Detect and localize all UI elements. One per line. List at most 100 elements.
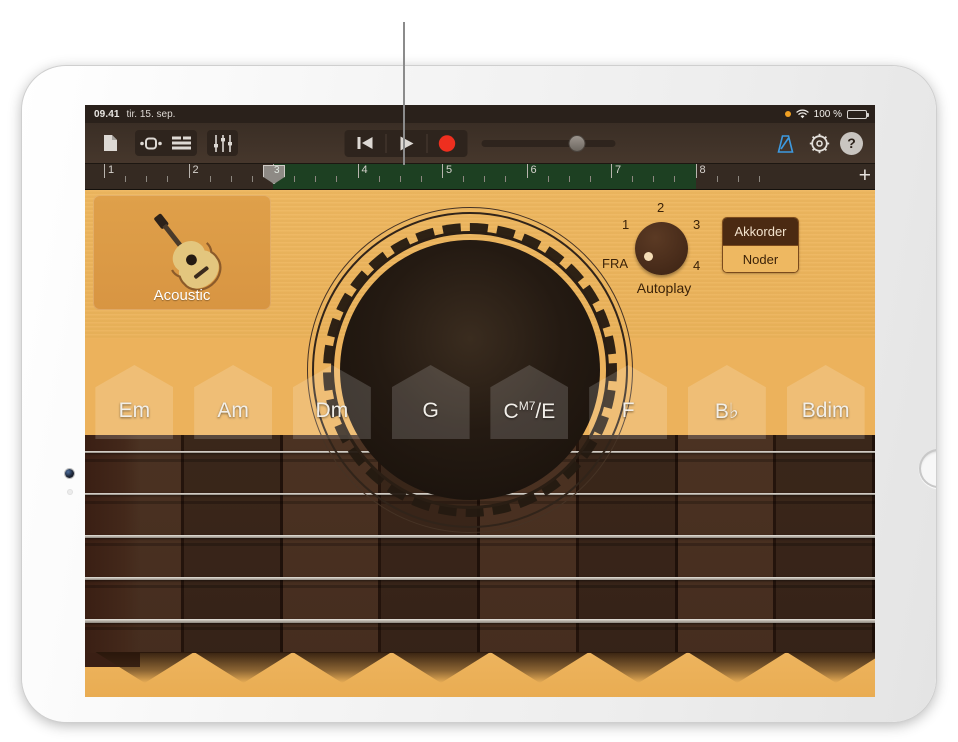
add-track-button[interactable]: + bbox=[859, 166, 871, 186]
chord-label: B♭ bbox=[688, 399, 766, 424]
chord-label: Dm bbox=[293, 399, 371, 423]
transport-controls bbox=[345, 130, 468, 157]
ruler-tick bbox=[569, 176, 570, 182]
chord-bb[interactable]: B♭ bbox=[688, 365, 766, 439]
ruler-tick bbox=[632, 176, 633, 182]
ruler-tick bbox=[421, 176, 422, 182]
string-shadow bbox=[85, 627, 875, 630]
timeline-ruler[interactable]: 12345678 3 + bbox=[85, 164, 875, 190]
ruler-tick bbox=[231, 176, 232, 182]
ruler-bar-number: 5 bbox=[446, 164, 452, 176]
chord-buttons: Em Am Dm G CM7/E F B♭ Bdim bbox=[85, 365, 875, 440]
chord-f[interactable]: F bbox=[589, 365, 667, 439]
chord-am[interactable]: Am bbox=[194, 365, 272, 439]
ruler-tick bbox=[759, 176, 760, 182]
ruler-tick bbox=[167, 176, 168, 182]
chord-chevron bbox=[293, 652, 392, 683]
autoplay-control: 1 2 3 4 FRA Autoplay bbox=[605, 198, 725, 298]
notes-mode-option[interactable]: Noder bbox=[723, 245, 798, 273]
ruler-tick bbox=[738, 176, 739, 182]
help-icon[interactable]: ? bbox=[840, 132, 863, 155]
wifi-icon bbox=[796, 109, 809, 119]
battery-percent: 100 % bbox=[814, 109, 842, 120]
chord-em[interactable]: Em bbox=[95, 365, 173, 439]
battery-icon bbox=[847, 110, 867, 119]
ruler-tick bbox=[315, 176, 316, 182]
playhead[interactable]: 3 bbox=[263, 164, 285, 189]
ruler-tick bbox=[674, 176, 675, 182]
chords-notes-toggle[interactable]: Akkorder Noder bbox=[722, 217, 799, 273]
ruler-tick bbox=[252, 176, 253, 182]
volume-slider-knob[interactable] bbox=[570, 136, 585, 151]
ruler-bar-number: 7 bbox=[615, 164, 621, 176]
app-toolbar: ? bbox=[85, 123, 875, 164]
guitar-string-3[interactable] bbox=[85, 535, 875, 538]
track-view-icon[interactable] bbox=[166, 130, 197, 156]
ruler-bar-number: 2 bbox=[193, 164, 199, 176]
mixer-icon[interactable] bbox=[207, 130, 238, 156]
ruler-tick bbox=[125, 176, 126, 182]
chord-cmaj7-e[interactable]: CM7/E bbox=[490, 365, 568, 439]
chord-dm[interactable]: Dm bbox=[293, 365, 371, 439]
ruler-tick bbox=[484, 176, 485, 182]
chord-bdim[interactable]: Bdim bbox=[787, 365, 865, 439]
master-volume-slider[interactable] bbox=[482, 140, 616, 147]
document-icon[interactable] bbox=[95, 130, 125, 156]
guitar-string-5[interactable] bbox=[85, 619, 875, 623]
ruler-bar-number: 6 bbox=[531, 164, 537, 176]
autoplay-off-label[interactable]: FRA bbox=[602, 256, 628, 271]
ruler-tick bbox=[210, 176, 211, 182]
ruler-tick bbox=[653, 176, 654, 182]
autoplay-position-4[interactable]: 4 bbox=[693, 258, 700, 273]
ruler-bar-number: 4 bbox=[362, 164, 368, 176]
chord-chevron bbox=[95, 652, 194, 683]
chord-label: Em bbox=[95, 399, 173, 423]
chord-chevron bbox=[392, 652, 491, 683]
chord-g[interactable]: G bbox=[392, 365, 470, 439]
record-button[interactable] bbox=[427, 130, 468, 157]
playhead-bar-number: 3 bbox=[274, 165, 280, 176]
ruler-tick bbox=[548, 176, 549, 182]
string-shadow bbox=[85, 543, 875, 546]
chord-label: Bdim bbox=[787, 399, 865, 423]
orange-dot-icon bbox=[785, 111, 791, 117]
status-bar: 09.41 tir. 15. sep. 100 % bbox=[85, 105, 875, 123]
autoplay-knob[interactable] bbox=[635, 222, 688, 275]
ruler-tick bbox=[146, 176, 147, 182]
autoplay-knob-indicator bbox=[644, 252, 653, 261]
autoplay-position-2[interactable]: 2 bbox=[657, 200, 664, 215]
gear-icon[interactable] bbox=[806, 130, 832, 156]
ruler-bar-number: 1 bbox=[108, 164, 114, 176]
autoplay-position-1[interactable]: 1 bbox=[622, 217, 629, 232]
chord-chevron bbox=[194, 652, 293, 683]
chords-mode-option[interactable]: Akkorder bbox=[723, 218, 798, 245]
front-camera bbox=[65, 469, 74, 478]
app-screen: 09.41 tir. 15. sep. 100 % bbox=[85, 105, 875, 697]
status-date: tir. 15. sep. bbox=[127, 109, 176, 120]
guitar-string-4[interactable] bbox=[85, 577, 875, 580]
rewind-button[interactable] bbox=[345, 130, 386, 157]
ruler-bar-number: 8 bbox=[700, 164, 706, 176]
play-button[interactable] bbox=[386, 130, 427, 157]
chord-strip-bottom bbox=[85, 653, 875, 697]
ruler-tick bbox=[400, 176, 401, 182]
autoplay-label: Autoplay bbox=[619, 280, 709, 296]
ruler-tick bbox=[379, 176, 380, 182]
ambient-sensor bbox=[68, 490, 72, 494]
string-shadow bbox=[85, 585, 875, 588]
autoplay-position-3[interactable]: 3 bbox=[693, 217, 700, 232]
acoustic-guitar-icon bbox=[127, 201, 237, 298]
ruler-tick bbox=[463, 176, 464, 182]
guitar-instrument: Acoustic 1 2 3 4 FRA Autoplay Akkorder N… bbox=[85, 190, 875, 697]
chord-label: G bbox=[392, 399, 470, 423]
ruler-tick bbox=[717, 176, 718, 182]
acoustic-card-label: Acoustic bbox=[93, 287, 271, 304]
acoustic-guitar-card[interactable]: Acoustic bbox=[93, 195, 271, 310]
ruler-tick bbox=[336, 176, 337, 182]
metronome-icon[interactable] bbox=[772, 130, 798, 156]
callout-line bbox=[403, 22, 405, 165]
ruler-tick bbox=[294, 176, 295, 182]
chord-label: F bbox=[589, 399, 667, 423]
home-button[interactable] bbox=[919, 449, 936, 488]
loop-browser-icon[interactable] bbox=[135, 130, 166, 156]
